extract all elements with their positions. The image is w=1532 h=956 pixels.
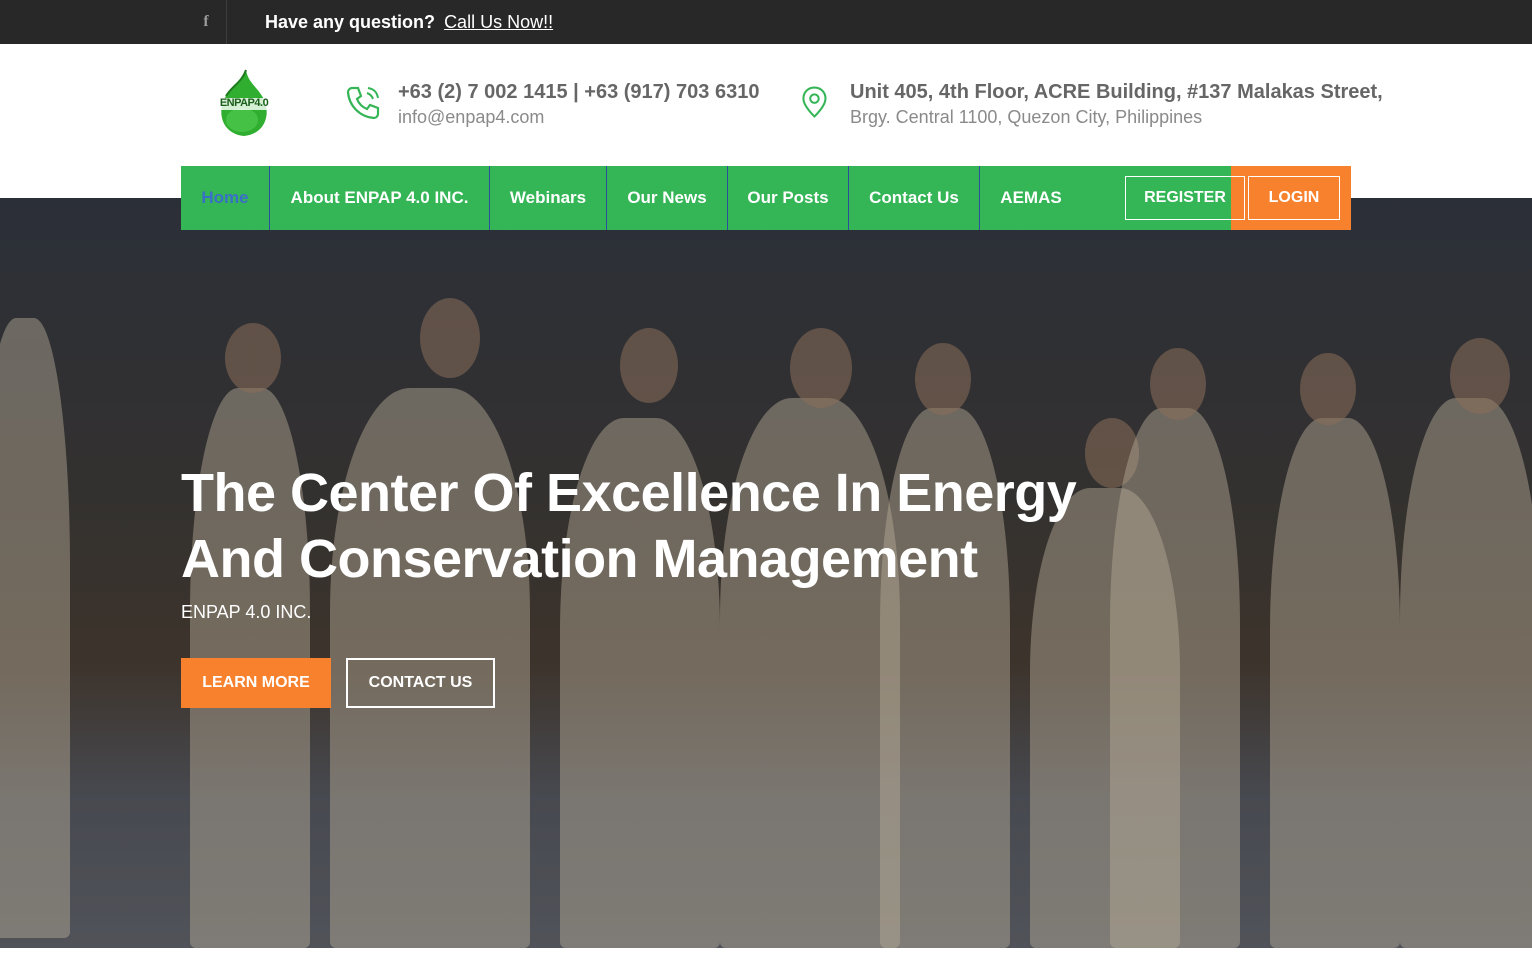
nav-item-our-posts[interactable]: Our Posts xyxy=(728,166,849,230)
phone-block: +63 (2) 7 002 1415 | +63 (917) 703 6310 … xyxy=(344,80,759,130)
nav-item-home[interactable]: Home xyxy=(181,166,270,230)
facebook-icon[interactable]: f xyxy=(186,0,227,44)
address-line-1: Unit 405, 4th Floor, ACRE Building, #137… xyxy=(850,81,1383,103)
nav-item-about[interactable]: About ENPAP 4.0 INC. xyxy=(270,166,490,230)
logo-text: ENPAP4.0 xyxy=(219,97,269,109)
nav-item-our-news[interactable]: Our News xyxy=(607,166,728,230)
nav-item-webinars[interactable]: Webinars xyxy=(490,166,607,230)
hero-title-line-1: The Center Of Excellence In Energy xyxy=(181,463,1077,523)
hero-title: The Center Of Excellence In Energy And C… xyxy=(181,460,1181,592)
learn-more-button[interactable]: LEARN MORE xyxy=(181,658,331,708)
login-button[interactable]: LOGIN xyxy=(1248,176,1340,220)
main-nav: Home About ENPAP 4.0 INC. Webinars Our N… xyxy=(181,166,1351,230)
nav-item-contact-us[interactable]: Contact Us xyxy=(849,166,980,230)
top-bar: f Have any question? Call Us Now!! xyxy=(0,0,1532,44)
location-pin-icon xyxy=(802,86,827,118)
phone-numbers: +63 (2) 7 002 1415 | +63 (917) 703 6310 xyxy=(398,81,760,103)
logo[interactable]: ENPAP4.0 xyxy=(212,68,276,140)
call-us-link[interactable]: Call Us Now!! xyxy=(444,12,553,32)
register-button[interactable]: REGISTER xyxy=(1125,176,1245,220)
phone-icon xyxy=(346,86,380,120)
hero-subtitle: ENPAP 4.0 INC. xyxy=(181,602,312,622)
hero-bottom-border xyxy=(0,948,1532,956)
nav-item-aemas[interactable]: AEMAS xyxy=(980,166,1082,230)
address-line-2: Brgy. Central 1100, Quezon City, Philipp… xyxy=(850,107,1203,127)
hero-title-line-2: And Conservation Management xyxy=(181,529,978,589)
address-block: Unit 405, 4th Floor, ACRE Building, #137… xyxy=(800,80,1383,130)
question-label: Have any question? xyxy=(265,12,436,32)
question-text: Have any question? Call Us Now!! xyxy=(265,0,553,44)
contact-us-button[interactable]: CONTACT US xyxy=(346,658,495,708)
hero-banner: The Center Of Excellence In Energy And C… xyxy=(0,198,1532,948)
email-address[interactable]: info@enpap4.com xyxy=(398,104,759,130)
